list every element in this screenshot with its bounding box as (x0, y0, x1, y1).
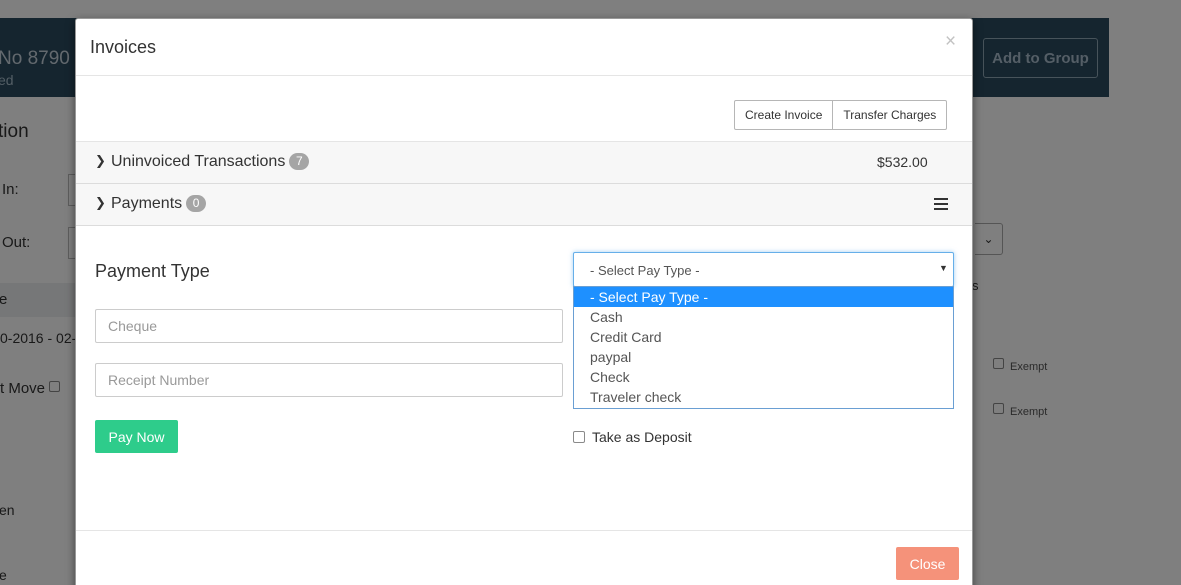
uninvoiced-transactions-row[interactable]: ❯ Uninvoiced Transactions 7 $532.00 (76, 142, 972, 184)
caret-down-icon: ▼ (939, 263, 948, 273)
take-as-deposit-checkbox[interactable] (573, 431, 585, 443)
take-as-deposit-label: Take as Deposit (592, 429, 692, 445)
invoices-modal: Invoices × Create Invoice Transfer Charg… (75, 18, 973, 585)
invoice-actions-group: Create Invoice Transfer Charges (734, 100, 948, 130)
hamburger-menu-icon[interactable] (934, 198, 948, 210)
pay-type-select[interactable]: - Select Pay Type - ▼ (573, 252, 954, 287)
payments-count-badge: 0 (186, 195, 207, 213)
transfer-charges-button[interactable]: Transfer Charges (833, 100, 948, 130)
uninvoiced-transactions-text: Uninvoiced Transactions (111, 153, 286, 170)
payments-text: Payments (111, 195, 183, 212)
cheque-input[interactable]: Cheque (95, 309, 563, 343)
pay-type-option[interactable]: Traveler check (574, 387, 953, 407)
uninvoiced-amount: $532.00 (877, 154, 928, 170)
close-icon[interactable]: × (945, 32, 956, 51)
modal-title: Invoices (90, 37, 157, 57)
pay-now-button[interactable]: Pay Now (95, 420, 178, 453)
invoice-actions-bar: Create Invoice Transfer Charges (76, 76, 972, 142)
payment-type-label: Payment Type (95, 261, 210, 281)
chevron-right-icon: ❯ (95, 153, 106, 168)
uninvoiced-count-badge: 7 (289, 153, 310, 171)
pay-type-dropdown-list: - Select Pay Type - Cash Credit Card paypal… (573, 286, 954, 409)
pay-type-option[interactable]: Check (574, 367, 953, 387)
pay-type-option[interactable]: - Select Pay Type - (574, 287, 953, 307)
pay-type-option[interactable]: Cash (574, 307, 953, 327)
pay-type-option[interactable]: Credit Card (574, 327, 953, 347)
payments-row[interactable]: ❯ Payments 0 (76, 184, 972, 226)
chevron-right-icon: ❯ (95, 195, 106, 210)
pay-type-option[interactable]: paypal (574, 347, 953, 367)
receipt-number-input[interactable]: Receipt Number (95, 363, 563, 397)
uninvoiced-transactions-label: Uninvoiced Transactions 7 (111, 153, 310, 171)
close-button[interactable]: Close (896, 547, 959, 580)
create-invoice-button[interactable]: Create Invoice (734, 100, 834, 130)
pay-type-select-value: - Select Pay Type - (590, 263, 700, 278)
payments-label: Payments 0 (111, 195, 207, 213)
modal-header: Invoices × (76, 19, 972, 76)
modal-footer: Close (76, 530, 972, 585)
